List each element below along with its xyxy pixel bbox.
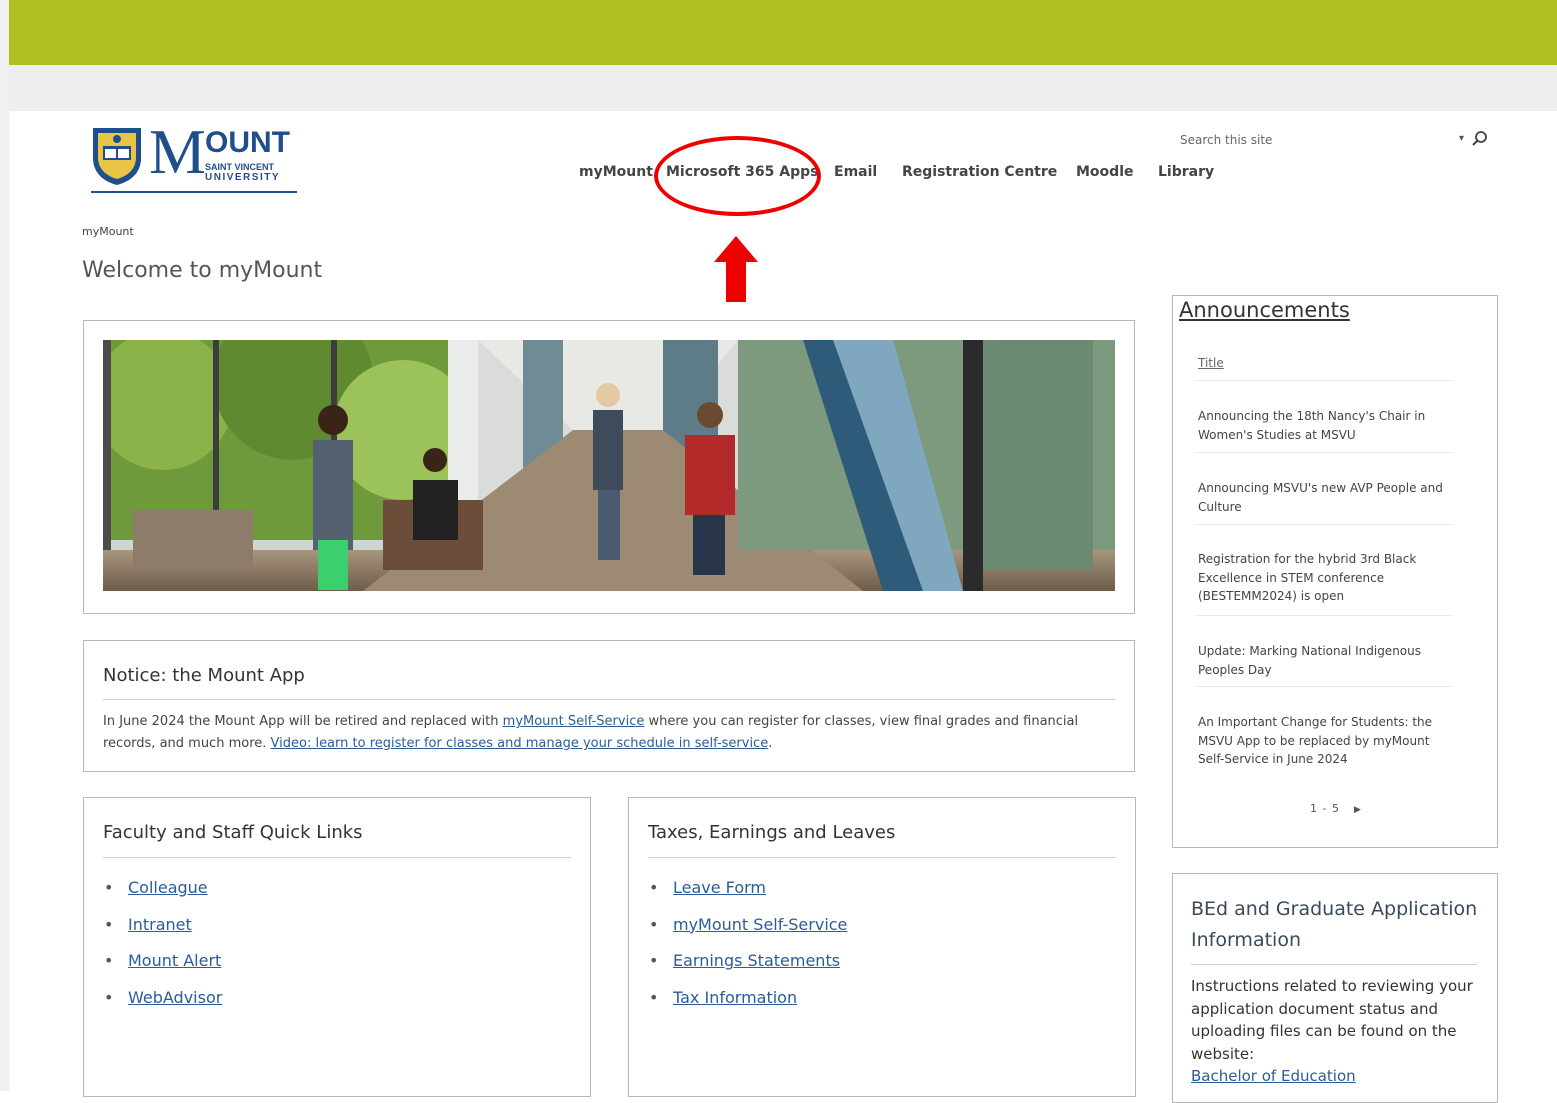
- search-icon[interactable]: [1471, 130, 1489, 148]
- bed-divider: [1191, 964, 1477, 965]
- announcements-webpart: Announcements Title Announcing the 18th …: [1172, 295, 1498, 848]
- breadcrumb[interactable]: myMount: [82, 225, 134, 238]
- top-banner-bar: [9, 0, 1557, 65]
- list-item: • Leave Form: [649, 878, 847, 915]
- bed-text: Instructions related to reviewing your a…: [1191, 975, 1491, 1088]
- webadvisor-link[interactable]: WebAdvisor: [128, 988, 222, 1007]
- bullet-icon: •: [649, 914, 659, 934]
- annotation-circle: [654, 136, 821, 216]
- notice-webpart: Notice: the Mount App In June 2024 the M…: [83, 640, 1135, 772]
- notice-title: Notice: the Mount App: [103, 665, 305, 686]
- announcement-item[interactable]: Update: Marking National Indigenous Peop…: [1198, 642, 1443, 679]
- bullet-icon: •: [649, 878, 659, 897]
- page-title: Welcome to myMount: [82, 258, 323, 283]
- bullet-icon: •: [649, 951, 659, 970]
- mount-alert-link[interactable]: Mount Alert: [128, 951, 221, 970]
- taxes-title: Taxes, Earnings and Leaves: [648, 822, 896, 843]
- crest-icon: [93, 128, 141, 185]
- taxes-webpart: Taxes, Earnings and Leaves • Leave Form •…: [628, 797, 1136, 1097]
- notice-divider: [103, 699, 1115, 700]
- suite-bar: [9, 65, 1557, 111]
- self-service-video-link[interactable]: Video: learn to register for classes and…: [271, 736, 769, 751]
- announcement-item[interactable]: An Important Change for Students: the MS…: [1198, 713, 1443, 769]
- list-item: • WebAdvisor: [104, 988, 222, 1025]
- logo-subline-1: SAINT VINCENT: [205, 162, 275, 172]
- quick-links-webpart: Faculty and Staff Quick Links • Colleague…: [83, 797, 591, 1097]
- list-item: • Mount Alert: [104, 951, 222, 988]
- bullet-icon: •: [104, 878, 114, 897]
- list-item: • myMount Self-Service: [649, 915, 847, 952]
- announcement-divider: [1195, 686, 1453, 687]
- left-gutter: [0, 0, 9, 1091]
- site-logo[interactable]: M OUNT SAINT VINCENT UNIVERSITY: [91, 120, 299, 194]
- quick-links-list: • Colleague • Intranet • Mount Alert • WebAd…: [104, 878, 222, 1024]
- notice-text-before: In June 2024 the Mount App will be retir…: [103, 714, 503, 729]
- announcements-title[interactable]: Announcements: [1179, 298, 1350, 322]
- announcement-item[interactable]: Announcing MSVU's new AVP People and Cul…: [1198, 479, 1443, 516]
- list-item: • Tax Information: [649, 988, 847, 1025]
- leave-form-link[interactable]: Leave Form: [673, 878, 766, 897]
- colleague-link[interactable]: Colleague: [128, 878, 208, 897]
- site-search[interactable]: Search this site ▾: [1178, 130, 1498, 154]
- announcement-divider: [1195, 615, 1453, 616]
- notice-text-after: .: [768, 736, 773, 751]
- announcement-item[interactable]: Registration for the hybrid 3rd Black Ex…: [1198, 550, 1443, 606]
- bullet-icon: •: [649, 987, 659, 1007]
- search-input[interactable]: Search this site: [1180, 133, 1272, 147]
- bed-graduate-webpart: BEd and Graduate Application Information…: [1172, 873, 1498, 1103]
- notice-text: In June 2024 the Mount App will be retir…: [103, 711, 1113, 755]
- mymount-self-service-link[interactable]: myMount Self-Service: [503, 714, 645, 729]
- list-item: • Earnings Statements: [649, 951, 847, 988]
- announcement-item[interactable]: Announcing the 18th Nancy's Chair in Wom…: [1198, 407, 1443, 444]
- announcements-pager: 1 - 5 ▶: [1310, 802, 1362, 815]
- nav-item-mymount[interactable]: myMount: [579, 164, 653, 180]
- bullet-icon: •: [104, 987, 114, 1007]
- search-scope-dropdown[interactable]: ▾: [1459, 133, 1464, 144]
- announcement-divider: [1195, 452, 1453, 453]
- list-item: • Colleague: [104, 878, 222, 915]
- quick-links-title: Faculty and Staff Quick Links: [103, 822, 363, 843]
- mymount-self-service-tax-link[interactable]: myMount Self-Service: [673, 915, 847, 934]
- hero-image: [103, 340, 1115, 591]
- tax-information-link[interactable]: Tax Information: [673, 988, 797, 1007]
- announcement-divider: [1195, 524, 1453, 525]
- taxes-divider: [648, 857, 1116, 858]
- list-item: • Intranet: [104, 915, 222, 952]
- quick-links-divider: [103, 857, 571, 858]
- logo-subline-2: UNIVERSITY: [205, 172, 281, 183]
- annotation-arrow-icon: [714, 236, 758, 302]
- bullet-icon: •: [104, 951, 114, 970]
- nav-item-email[interactable]: Email: [834, 164, 877, 180]
- logo-underline: [91, 191, 297, 193]
- nav-item-library[interactable]: Library: [1158, 164, 1214, 180]
- pager-next-icon[interactable]: ▶: [1354, 805, 1362, 815]
- announcement-divider: [1195, 380, 1453, 381]
- nav-item-moodle[interactable]: Moodle: [1076, 164, 1133, 180]
- pager-range: 1 - 5: [1310, 802, 1340, 815]
- announcements-title-column-header[interactable]: Title: [1198, 356, 1224, 370]
- taxes-links-list: • Leave Form • myMount Self-Service • Earni…: [649, 878, 847, 1024]
- bed-instructions: Instructions related to reviewing your a…: [1191, 977, 1473, 1063]
- intranet-link[interactable]: Intranet: [128, 915, 192, 934]
- nav-item-registration-centre[interactable]: Registration Centre: [902, 164, 1057, 180]
- bachelor-of-education-link[interactable]: Bachelor of Education: [1191, 1067, 1356, 1085]
- bullet-icon: •: [104, 914, 114, 934]
- bed-title: BEd and Graduate Application Information: [1191, 898, 1478, 951]
- hero-webpart: [83, 320, 1135, 614]
- logo-word: OUNT: [205, 126, 290, 159]
- earnings-statements-link[interactable]: Earnings Statements: [673, 951, 840, 970]
- logo-letter-m: M: [149, 116, 206, 187]
